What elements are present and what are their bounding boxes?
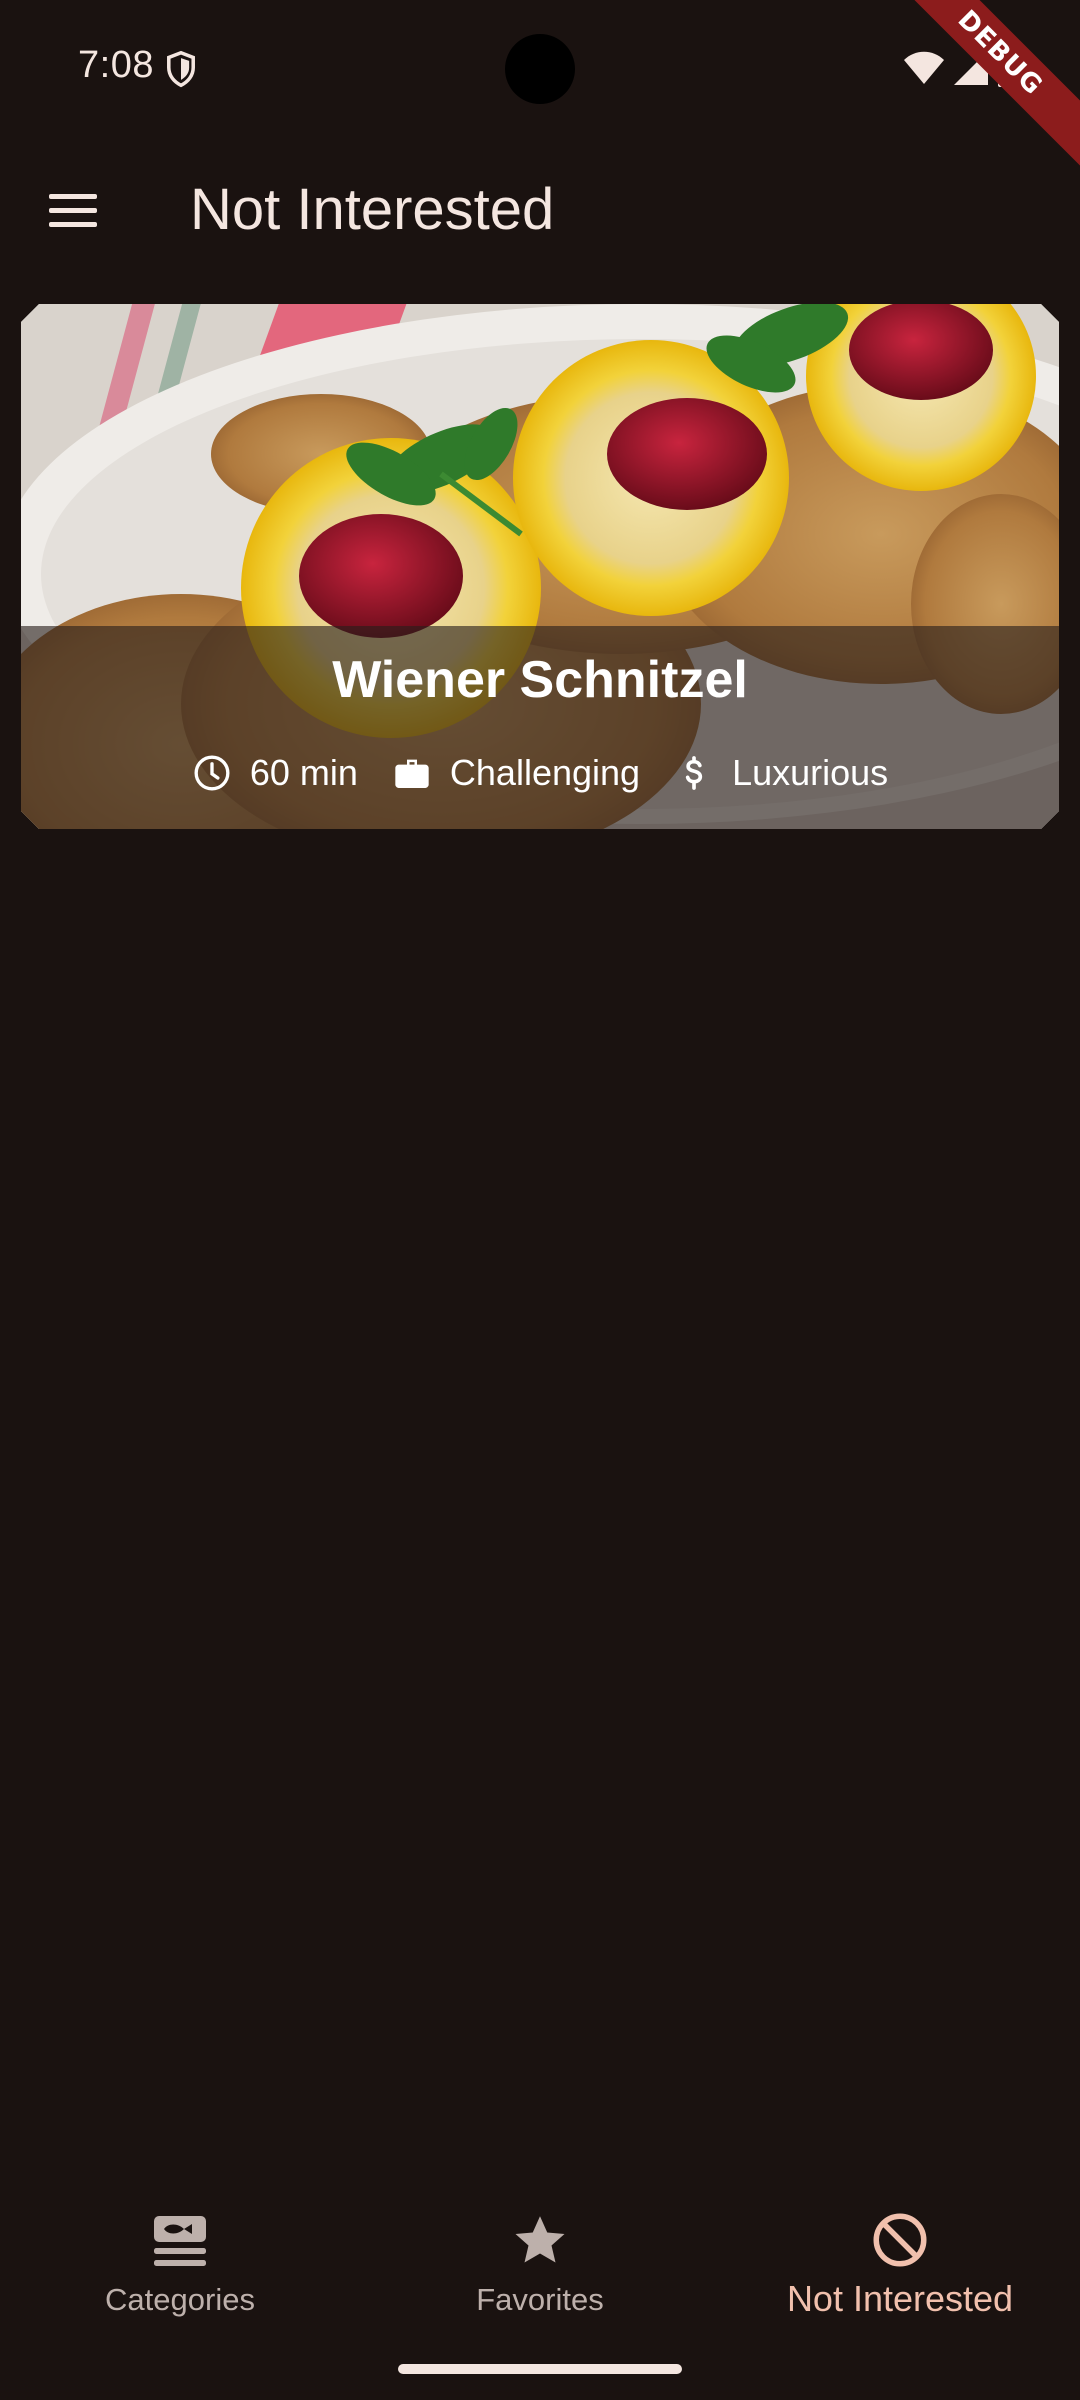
bottom-navigation: Categories Favorites Not Interested bbox=[0, 2170, 1080, 2350]
nav-label-categories: Categories bbox=[105, 2282, 255, 2317]
camera-cutout bbox=[505, 34, 575, 104]
meal-meta: 60 min Challenging Luxurious bbox=[21, 752, 1059, 794]
meal-complexity-label: Challenging bbox=[449, 752, 641, 793]
shield-icon bbox=[167, 50, 195, 88]
nav-label-favorites: Favorites bbox=[476, 2282, 604, 2317]
dollar-icon bbox=[674, 753, 714, 793]
star-icon bbox=[515, 2216, 565, 2263]
categories-icon bbox=[154, 2216, 206, 2266]
page-title: Not Interested bbox=[190, 177, 555, 242]
meal-duration-label: 60 min bbox=[249, 752, 358, 793]
meal-complexity: Challenging bbox=[392, 752, 640, 794]
nav-item-favorites[interactable]: Favorites bbox=[360, 2170, 720, 2350]
screen: 7:08 DEBUG Not Interested Wiener Schnitz… bbox=[0, 0, 1080, 2400]
meal-title: Wiener Schnitzel bbox=[332, 651, 748, 709]
nav-label-not-interested: Not Interested bbox=[786, 2278, 1014, 2319]
clock-icon bbox=[192, 753, 232, 793]
meal-duration: 60 min bbox=[192, 752, 358, 794]
home-indicator[interactable] bbox=[398, 2364, 682, 2374]
status-bar: 7:08 DEBUG bbox=[0, 0, 1080, 176]
meal-info-overlay: Wiener Schnitzel 60 min Challenging Luxu… bbox=[21, 626, 1059, 829]
wifi-icon bbox=[904, 51, 944, 84]
meal-card[interactable]: Wiener Schnitzel 60 min Challenging Luxu… bbox=[21, 304, 1059, 829]
menu-icon[interactable] bbox=[40, 180, 106, 240]
nav-item-categories[interactable]: Categories bbox=[0, 2170, 360, 2350]
meal-affordability-label: Luxurious bbox=[732, 752, 889, 793]
block-icon bbox=[873, 2213, 927, 2267]
meal-affordability: Luxurious bbox=[674, 752, 888, 794]
briefcase-icon bbox=[392, 753, 432, 793]
nav-item-not-interested[interactable]: Not Interested bbox=[720, 2170, 1080, 2350]
app-bar: Not Interested bbox=[0, 136, 1080, 286]
status-time: 7:08 bbox=[78, 44, 154, 86]
